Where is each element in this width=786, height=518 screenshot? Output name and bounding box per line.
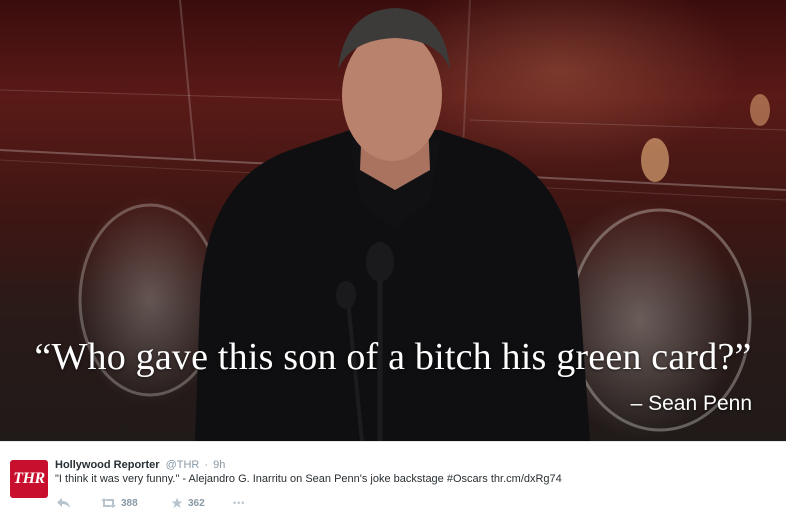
avatar-logo-text: THR bbox=[13, 470, 45, 487]
star-icon bbox=[171, 497, 183, 508]
tweet: THR Hollywood Reporter @THR · 9h "I thin… bbox=[0, 441, 786, 518]
tweet-actions: 388 362 ••• bbox=[57, 496, 245, 510]
quote-text: “Who gave this son of a bitch his green … bbox=[34, 336, 752, 378]
tweet-header: Hollywood Reporter @THR · 9h bbox=[55, 459, 225, 471]
account-handle[interactable]: @THR bbox=[166, 459, 200, 471]
retweet-button[interactable]: 388 bbox=[101, 498, 171, 509]
retweet-icon bbox=[101, 498, 116, 508]
account-name[interactable]: Hollywood Reporter bbox=[55, 459, 160, 471]
favorite-button[interactable]: 362 bbox=[171, 497, 233, 509]
reply-button[interactable] bbox=[57, 498, 101, 508]
tweet-photo[interactable]: “Who gave this son of a bitch his green … bbox=[0, 0, 786, 441]
retweet-count: 388 bbox=[121, 497, 138, 509]
favorite-count: 362 bbox=[188, 497, 205, 509]
more-icon: ••• bbox=[233, 498, 246, 508]
reply-icon bbox=[57, 498, 70, 508]
avatar[interactable]: THR bbox=[10, 460, 48, 498]
tweet-text: "I think it was very funny." - Alejandro… bbox=[55, 473, 562, 485]
more-button[interactable]: ••• bbox=[233, 498, 245, 508]
separator: · bbox=[204, 459, 209, 471]
timestamp[interactable]: 9h bbox=[213, 459, 225, 471]
quote-attribution: – Sean Penn bbox=[630, 392, 752, 415]
